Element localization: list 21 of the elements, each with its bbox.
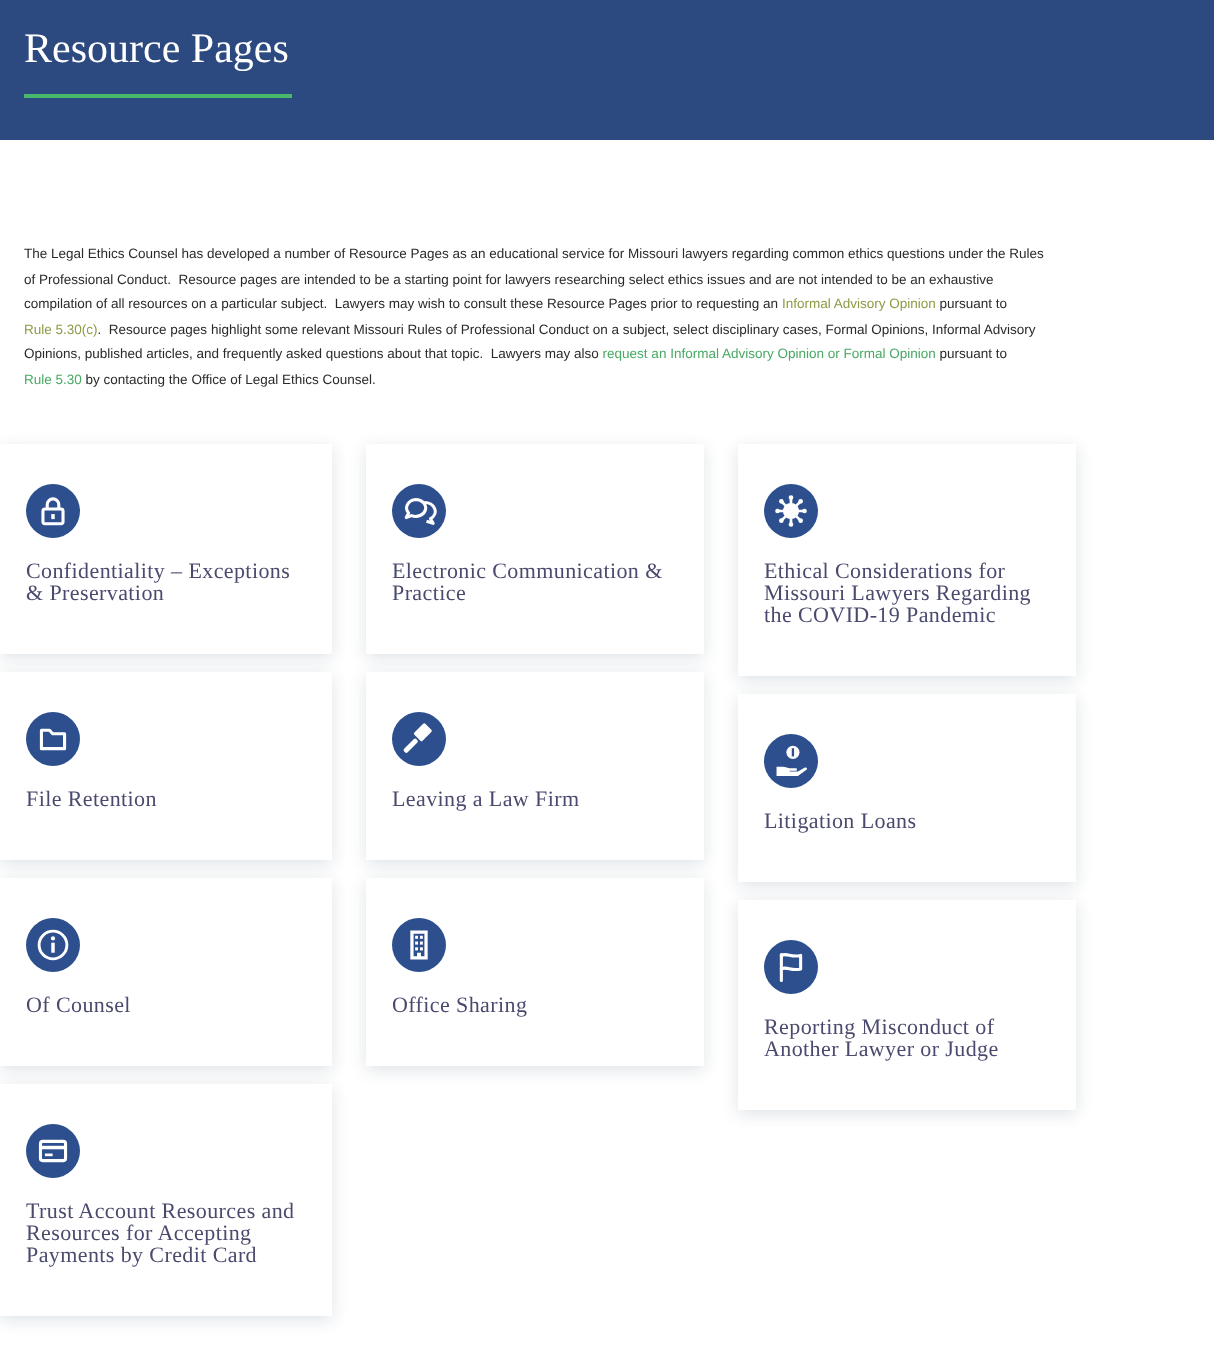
chat-bubbles-icon <box>392 483 446 538</box>
resource-card[interactable]: Confidentiality – Exceptions & Preservation <box>0 443 332 654</box>
resource-card[interactable]: Ethical Considerations for Missouri Lawyers Regarding the COVID-19 Pandemic <box>738 443 1076 676</box>
hand-coin-icon <box>764 733 818 788</box>
resource-card[interactable]: Electronic Communication & Practice <box>366 443 704 654</box>
resource-card[interactable]: File Retention <box>0 671 332 860</box>
resource-card[interactable]: Trust Account Resources and Resources for Accepting Payments by Credit Card <box>0 1083 332 1316</box>
building-icon <box>392 917 446 972</box>
resource-card[interactable]: Leaving a Law Firm <box>366 671 704 860</box>
info-icon <box>26 917 80 972</box>
folder-icon <box>26 711 80 766</box>
virus-icon <box>764 483 818 538</box>
flag-icon <box>764 939 818 994</box>
resource-card[interactable]: Reporting Misconduct of Another Lawyer or Judge <box>738 899 1076 1110</box>
resource-card[interactable]: Office Sharing <box>366 877 704 1066</box>
resource-card[interactable]: Litigation Loans <box>738 693 1076 882</box>
credit-card-icon <box>26 1123 80 1178</box>
lock-icon <box>26 483 80 538</box>
gavel-icon <box>392 711 446 766</box>
resource-card[interactable]: Of Counsel <box>0 877 332 1066</box>
page-title: Resource Pages <box>24 22 289 74</box>
